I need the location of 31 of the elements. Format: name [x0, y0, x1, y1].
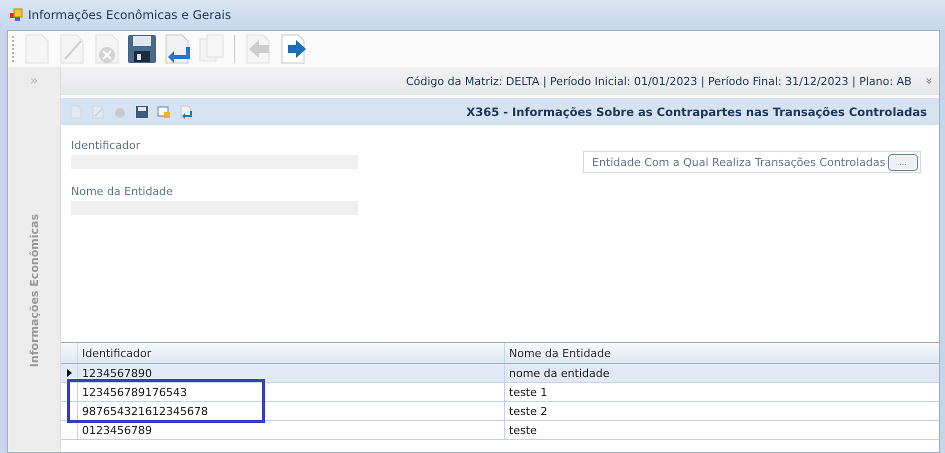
save-icon — [135, 104, 149, 118]
table-cell-text: teste 1 — [508, 384, 548, 400]
row-pointer-icon — [66, 369, 72, 377]
table-row[interactable]: 0123456789 teste — [61, 421, 939, 440]
field-label: Identificador — [71, 139, 142, 152]
undo-icon — [179, 104, 193, 118]
table-cell-text: teste 2 — [508, 404, 548, 420]
table-cell-text: teste — [508, 422, 538, 438]
table-cell-text: nome da entidade — [508, 366, 610, 382]
field-label: Nome da Entidade — [71, 185, 174, 198]
app-icon — [9, 8, 23, 22]
window-icon — [157, 104, 171, 118]
pencil-icon — [91, 104, 105, 118]
table-row[interactable]: 123456789176543 teste 1 — [61, 383, 939, 402]
table-row[interactable]: 987654321612345678 teste 2 — [61, 402, 939, 421]
info-text: Código da Matriz: DELTA | Período Inicial: 01/01/2023 | Período Final: 31/12/2023 | Plano: AB — [406, 74, 912, 88]
save-button[interactable] — [125, 32, 158, 66]
table-cell: 987654321612345678 — [78, 402, 505, 420]
collapse-button[interactable]: » — [922, 77, 936, 85]
lookup-field[interactable]: Entidade Com a Qual Realiza Transações Controladas ... — [583, 151, 921, 173]
column-header[interactable]: Nome da Entidade — [505, 343, 939, 363]
table-cell: 0123456789 — [78, 421, 505, 439]
table-cell: 1234567890 — [78, 364, 505, 382]
section-title: X365 - Informações Sobre as Contrapartes nas Transações Controladas — [466, 104, 927, 118]
save-icon — [126, 33, 156, 65]
window-title: Informações Econômicas e Gerais — [28, 8, 232, 22]
lookup-placeholder: Entidade Com a Qual Realiza Transações Controladas — [592, 156, 886, 168]
side-panel-title: Informações Econômicas — [28, 214, 40, 368]
column-header[interactable]: Identificador — [78, 343, 505, 363]
table-row[interactable]: 1234567890 nome da entidade — [61, 364, 939, 383]
table-cell: 123456789176543 — [78, 383, 505, 401]
